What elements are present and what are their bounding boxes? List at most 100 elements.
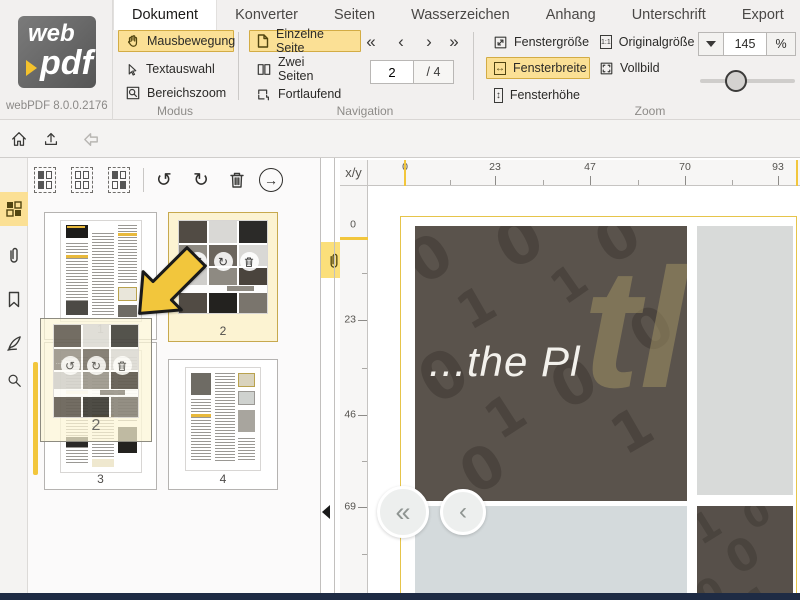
quill-icon	[6, 335, 23, 352]
ruler-page-left-marker	[404, 160, 406, 186]
tab-konverter[interactable]: Konverter	[217, 0, 316, 30]
last-page-button[interactable]: »	[443, 32, 465, 52]
page-total-label: / 4	[414, 60, 454, 84]
ribbon: web pdf webPDF 8.0.0.2176 Dokument Konve…	[0, 0, 800, 120]
select-all-pages-button[interactable]	[32, 166, 58, 194]
arrow-right-circle-icon: →	[259, 168, 283, 192]
fenstergroesse-button[interactable]: Fenstergröße	[486, 31, 588, 53]
tab-export[interactable]: Export	[724, 0, 800, 30]
zoom-slider-knob[interactable]	[725, 70, 747, 92]
vertical-ruler: 0 23 46 69	[340, 186, 368, 594]
bookmark-icon	[7, 291, 21, 308]
vollbild-button[interactable]: Vollbild	[592, 57, 670, 79]
divider	[238, 32, 239, 100]
page-canvas[interactable]: 0 1 0 1 0 0 1 0 1 0 0 tl	[368, 186, 800, 594]
ruler-page-right-marker	[796, 160, 798, 186]
drag-ghost-preview: ...the Pl ↺ ↻	[54, 325, 138, 417]
fit-width-icon: ↔	[494, 62, 506, 75]
first-page-button[interactable]: «	[360, 32, 382, 52]
rotate-left-icon: ↺	[61, 356, 80, 375]
document-tab-bar: webpdf_de.pdf ×	[0, 120, 800, 158]
trash-icon[interactable]	[240, 252, 259, 271]
svg-text:0: 0	[697, 567, 732, 594]
back-button[interactable]	[78, 126, 104, 152]
thumbnail-panel: ↺ ↻ → 1	[28, 158, 320, 594]
page-cell-gray	[697, 226, 793, 495]
drop-position-indicator	[33, 362, 38, 475]
delete-page-button[interactable]	[224, 166, 250, 194]
sidebar-item-signature[interactable]	[0, 326, 28, 360]
zoom-slider-track[interactable]	[700, 79, 795, 83]
single-page-icon	[257, 34, 269, 48]
divider	[143, 168, 144, 192]
zoom-percent-label: %	[766, 32, 796, 56]
fit-window-icon	[494, 36, 507, 49]
sidebar-item-attachments[interactable]	[0, 238, 28, 272]
drag-ghost-page: ...the Pl ↺ ↻ 2	[40, 318, 152, 442]
zoom-area-icon	[126, 86, 140, 100]
tab-seiten[interactable]: Seiten	[316, 0, 393, 30]
rotate-right-icon: ↻	[193, 171, 209, 190]
horizontal-ruler: 0 23 47 70 93	[368, 160, 800, 186]
trash-icon	[113, 356, 132, 375]
paperclip-icon	[8, 246, 20, 264]
page-thumbnail-4[interactable]: 4	[168, 359, 278, 490]
chevron-down-icon	[706, 41, 716, 47]
logo-text-pdf: pdf	[40, 44, 93, 83]
bereichszoom-button[interactable]: Bereichszoom	[118, 82, 230, 104]
page-4-preview	[186, 368, 260, 470]
left-sidebar	[0, 158, 28, 594]
app-version: webPDF 8.0.0.2176	[6, 100, 114, 112]
zoom-dropdown-button[interactable]	[698, 32, 724, 56]
fortlaufend-button[interactable]: Fortlaufend	[249, 83, 349, 105]
panel-splitter[interactable]	[320, 158, 321, 594]
textauswahl-button[interactable]: Textauswahl	[118, 58, 228, 80]
page-2-label: 2	[220, 324, 227, 341]
zoom-group-label: Zoom	[600, 104, 700, 118]
page-image-binary: 0 1 0 1 0 0 1 0 1 0 0 tl	[415, 226, 687, 501]
collapse-panel-button[interactable]	[322, 505, 330, 519]
page-number-input[interactable]	[370, 60, 414, 84]
ruler-page-top-marker	[340, 237, 368, 240]
home-button[interactable]	[6, 126, 32, 152]
previous-page-button[interactable]: ‹	[390, 32, 412, 52]
go-first-page-button[interactable]: «	[377, 486, 429, 538]
tab-dokument[interactable]: Dokument	[113, 0, 217, 30]
originalgroesse-button[interactable]: 1:1 Originalgröße	[592, 31, 700, 53]
sidebar-item-bookmarks[interactable]	[0, 282, 28, 316]
select-none-pages-button[interactable]	[69, 166, 95, 194]
fensterbreite-button[interactable]: ↔ Fensterbreite	[486, 57, 590, 79]
einzelne-seite-button[interactable]: Einzelne Seite	[249, 30, 361, 52]
thumbnails-grid-icon	[6, 201, 22, 217]
rotate-left-button[interactable]: ↺	[151, 166, 177, 194]
invert-selection-icon	[108, 167, 130, 193]
svg-text:1: 1	[447, 274, 506, 342]
text-select-cursor-icon	[126, 63, 139, 76]
fensterhoehe-button[interactable]: ↕ Fensterhöhe	[486, 84, 588, 106]
go-previous-page-button[interactable]: ‹	[440, 489, 486, 535]
tab-wasserzeichen[interactable]: Wasserzeichen	[393, 0, 528, 30]
rotate-right-icon[interactable]: ↻	[214, 252, 233, 271]
mausbewegung-button[interactable]: Mausbewegung	[118, 30, 234, 52]
extract-page-button[interactable]: →	[258, 166, 284, 194]
invert-selection-button[interactable]	[106, 166, 132, 194]
search-icon	[6, 373, 22, 389]
two-pages-icon	[257, 63, 271, 76]
zoom-value-field[interactable]: 145	[723, 32, 767, 56]
select-all-icon	[34, 167, 56, 193]
zwei-seiten-button[interactable]: Zwei Seiten	[249, 58, 349, 80]
tab-anhang[interactable]: Anhang	[528, 0, 614, 30]
sidebar-item-search[interactable]	[0, 364, 28, 398]
tab-unterschrift[interactable]: Unterschrift	[614, 0, 724, 30]
status-footer-bar	[0, 593, 800, 600]
page-3-label: 3	[97, 472, 104, 489]
sidebar-item-thumbnails[interactable]	[0, 192, 28, 226]
next-page-button[interactable]: ›	[418, 32, 440, 52]
fullscreen-icon	[600, 62, 613, 75]
page-4-label: 4	[220, 472, 227, 489]
panel-splitter-line	[334, 158, 335, 594]
upload-button[interactable]	[38, 126, 64, 152]
modus-group-label: Modus	[130, 104, 220, 118]
rotate-right-button[interactable]: ↻	[188, 166, 214, 194]
page-image-binary-small: 1 0 0 1 0	[697, 506, 793, 594]
